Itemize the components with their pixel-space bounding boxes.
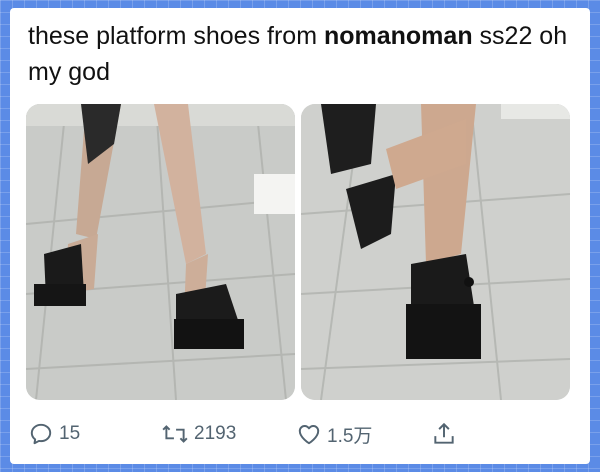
tweet-card: these platform shoes from nomanoman ss22… (10, 8, 590, 464)
platform-shoes-photo-left (26, 104, 295, 400)
tweet-text: these platform shoes from nomanoman ss22… (28, 18, 578, 90)
like-count: 1.5万 (327, 425, 373, 447)
like-button[interactable]: 1.5万 (296, 421, 372, 448)
reply-icon (30, 423, 52, 445)
reply-button[interactable]: 15 (28, 421, 80, 447)
tweet-text-brand: nomanoman (323, 22, 473, 50)
tweet-text-prefix: these platform shoes from (28, 22, 324, 50)
share-button[interactable] (431, 421, 457, 447)
photo-right[interactable] (301, 104, 570, 400)
heart-icon (298, 425, 320, 445)
retweet-icon (162, 425, 188, 443)
reply-count: 15 (59, 423, 81, 444)
retweet-count: 2193 (194, 423, 237, 444)
photo-left[interactable] (26, 104, 295, 400)
retweet-button[interactable]: 2193 (161, 421, 236, 447)
share-icon (434, 422, 454, 444)
tweet-media (26, 104, 570, 400)
tweet-actions: 15 2193 1.5万 (28, 418, 508, 450)
platform-shoes-photo-right (301, 104, 570, 400)
